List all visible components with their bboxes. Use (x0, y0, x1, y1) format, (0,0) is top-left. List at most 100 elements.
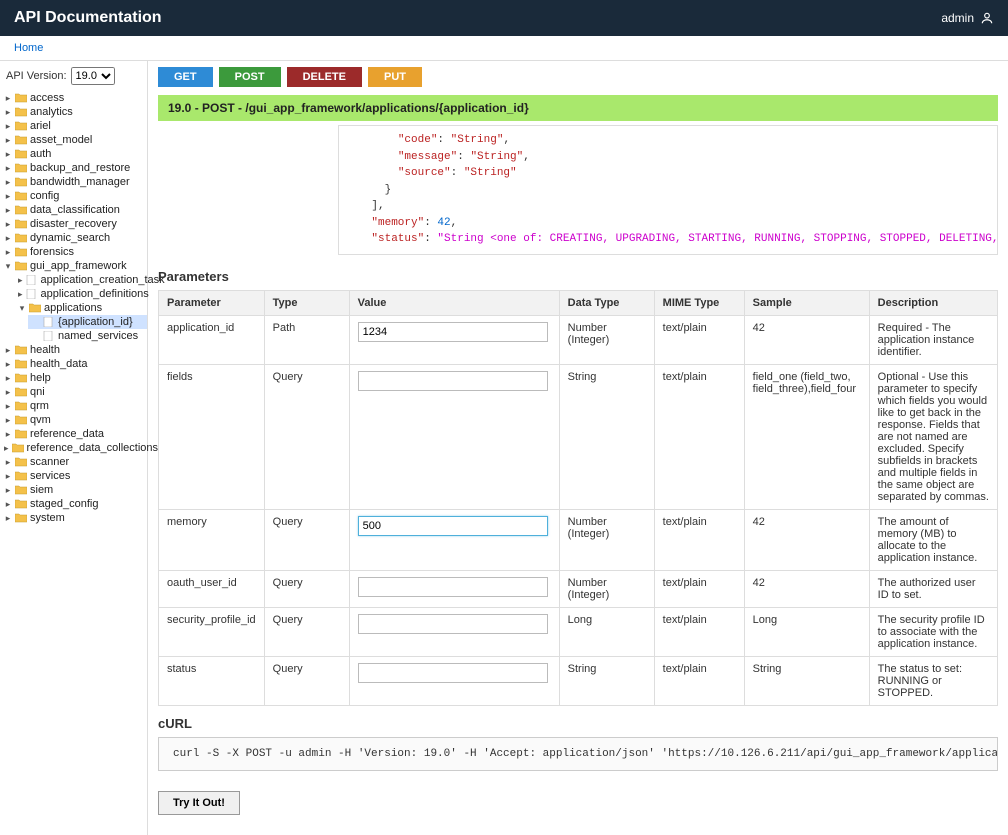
param-name: oauth_user_id (159, 570, 265, 607)
param-type: Query (264, 570, 349, 607)
sidebar-item-backup-and-restore[interactable]: ▸backup_and_restore (0, 161, 147, 175)
sidebar-item-gui-app-framework: ▾gui_app_framework ▸application_creation… (0, 259, 147, 343)
sidebar-item-siem[interactable]: ▸siem (0, 483, 147, 497)
user-label: admin (941, 11, 974, 25)
sidebar-item-staged-config[interactable]: ▸staged_config (0, 497, 147, 511)
folder-icon (15, 429, 27, 439)
param-description: The authorized user ID to set. (869, 570, 997, 607)
col-datatype: Data Type (559, 290, 654, 315)
param-datatype: Number (Integer) (559, 315, 654, 364)
api-version-select[interactable]: 19.0 (71, 67, 115, 85)
folder-icon (15, 373, 27, 383)
sidebar-item-dynamic-search[interactable]: ▸dynamic_search (0, 231, 147, 245)
method-put[interactable]: PUT (368, 67, 422, 87)
sidebar-item-application-creation-task[interactable]: ▸application_creation_task (14, 273, 147, 287)
param-description: The security profile ID to associate wit… (869, 607, 997, 656)
param-sample: String (744, 656, 869, 705)
method-post[interactable]: POST (219, 67, 281, 87)
folder-icon (15, 415, 27, 425)
sidebar-item-reference-data-collections[interactable]: ▸reference_data_collections (0, 441, 147, 455)
folder-icon (15, 499, 27, 509)
method-get[interactable]: GET (158, 67, 213, 87)
sidebar-item-help[interactable]: ▸help (0, 371, 147, 385)
sidebar-item-application-id[interactable]: {application_id} (28, 315, 147, 329)
param-value-input[interactable] (358, 322, 548, 342)
sidebar-item-scanner[interactable]: ▸scanner (0, 455, 147, 469)
sidebar-item-qvm[interactable]: ▸qvm (0, 413, 147, 427)
sidebar-item-named-services[interactable]: named_services (28, 329, 147, 343)
sidebar-item-ariel[interactable]: ▸ariel (0, 119, 147, 133)
breadcrumb-home[interactable]: Home (14, 42, 43, 54)
param-mime: text/plain (654, 570, 744, 607)
param-sample: 42 (744, 570, 869, 607)
main-content: GET POST DELETE PUT 19.0 - POST - /gui_a… (148, 61, 1008, 835)
param-mime: text/plain (654, 509, 744, 570)
method-delete[interactable]: DELETE (287, 67, 362, 87)
folder-icon (15, 471, 27, 481)
sidebar-item-qrm[interactable]: ▸qrm (0, 399, 147, 413)
folder-icon (15, 401, 27, 411)
col-sample: Sample (744, 290, 869, 315)
user-icon (980, 11, 994, 25)
sidebar-item-qni[interactable]: ▸qni (0, 385, 147, 399)
folder-icon (15, 135, 27, 145)
param-type: Path (264, 315, 349, 364)
param-value-input[interactable] (358, 614, 548, 634)
parameters-heading: Parameters (158, 269, 998, 284)
param-name: status (159, 656, 265, 705)
table-row: fieldsQueryStringtext/plainfield_one (fi… (159, 364, 998, 509)
folder-icon (15, 121, 27, 131)
table-row: statusQueryStringtext/plainStringThe sta… (159, 656, 998, 705)
sidebar-item-data-classification[interactable]: ▸data_classification (0, 203, 147, 217)
sidebar-item-auth[interactable]: ▸auth (0, 147, 147, 161)
sidebar-item-health[interactable]: ▸health (0, 343, 147, 357)
folder-icon (15, 177, 27, 187)
param-datatype: String (559, 364, 654, 509)
param-value-input[interactable] (358, 577, 548, 597)
app-header: API Documentation admin (0, 0, 1008, 36)
folder-icon (29, 303, 41, 313)
folder-icon (15, 387, 27, 397)
param-sample: Long (744, 607, 869, 656)
sidebar: API Version: 19.0 ▸access▸analytics▸arie… (0, 61, 148, 835)
col-value: Value (349, 290, 559, 315)
sidebar-item-application-definitions[interactable]: ▸application_definitions (14, 287, 147, 301)
param-name: memory (159, 509, 265, 570)
sidebar-item-services[interactable]: ▸services (0, 469, 147, 483)
param-name: application_id (159, 315, 265, 364)
param-value-input[interactable] (358, 371, 548, 391)
sidebar-item-access[interactable]: ▸access (0, 91, 147, 105)
param-datatype: Number (Integer) (559, 509, 654, 570)
param-value-input[interactable] (358, 663, 548, 683)
sidebar-item-analytics[interactable]: ▸analytics (0, 105, 147, 119)
sidebar-item-asset-model[interactable]: ▸asset_model (0, 133, 147, 147)
user-menu[interactable]: admin (941, 11, 994, 25)
folder-icon (15, 261, 27, 271)
sidebar-item-config[interactable]: ▸config (0, 189, 147, 203)
col-type: Type (264, 290, 349, 315)
sidebar-item-system[interactable]: ▸system (0, 511, 147, 525)
response-preview: "code": "String", "message": "String", "… (338, 125, 998, 255)
sidebar-item-bandwidth-manager[interactable]: ▸bandwidth_manager (0, 175, 147, 189)
param-mime: text/plain (654, 656, 744, 705)
sidebar-item-health-data[interactable]: ▸health_data (0, 357, 147, 371)
param-mime: text/plain (654, 607, 744, 656)
param-value-input[interactable] (358, 516, 548, 536)
param-description: The status to set: RUNNING or STOPPED. (869, 656, 997, 705)
page-title: API Documentation (14, 9, 162, 27)
folder-icon (15, 233, 27, 243)
param-description: Required - The application instance iden… (869, 315, 997, 364)
param-description: The amount of memory (MB) to allocate to… (869, 509, 997, 570)
param-sample: 42 (744, 315, 869, 364)
param-sample: 42 (744, 509, 869, 570)
folder-icon (15, 191, 27, 201)
sidebar-item-reference-data[interactable]: ▸reference_data (0, 427, 147, 441)
sidebar-item-disaster-recovery[interactable]: ▸disaster_recovery (0, 217, 147, 231)
folder-icon (15, 247, 27, 257)
method-tabs: GET POST DELETE PUT (158, 67, 998, 87)
file-icon (26, 289, 38, 299)
parameters-table: Parameter Type Value Data Type MIME Type… (158, 290, 998, 706)
try-it-out-button[interactable]: Try It Out! (158, 791, 240, 815)
sidebar-item-forensics[interactable]: ▸forensics (0, 245, 147, 259)
curl-heading: cURL (158, 716, 998, 731)
